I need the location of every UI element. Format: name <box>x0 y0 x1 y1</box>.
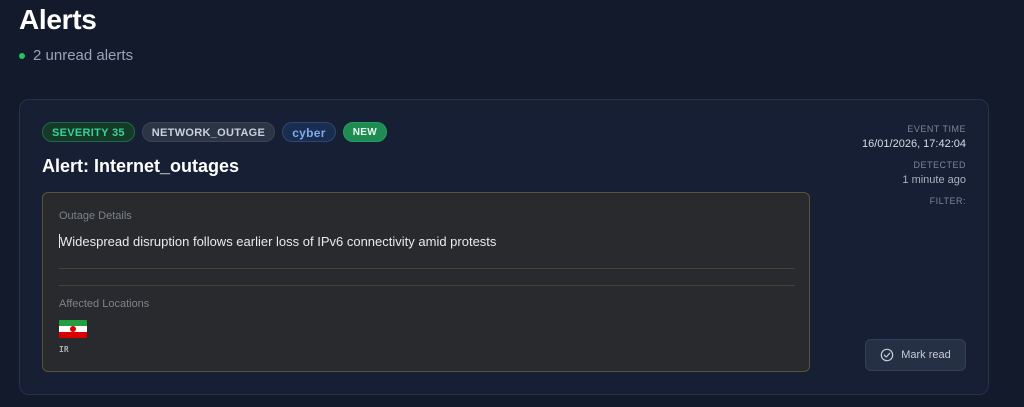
unread-status: 2 unread alerts <box>19 47 133 64</box>
alert-meta: EVENT TIME 16/01/2026, 17:42:04 DETECTED… <box>786 124 966 206</box>
alert-badges: SEVERITY 35 NETWORK_OUTAGE cyber NEW <box>42 122 387 142</box>
severity-badge: SEVERITY 35 <box>42 122 135 142</box>
alert-card[interactable]: SEVERITY 35 NETWORK_OUTAGE cyber NEW Ale… <box>19 99 989 395</box>
outage-details-value: Widespread disruption follows earlier lo… <box>60 234 497 249</box>
locations-divider <box>59 285 795 286</box>
details-divider <box>59 268 795 269</box>
location-country-code: IR <box>59 345 69 354</box>
outage-details-label: Outage Details <box>59 210 132 222</box>
mark-read-button[interactable]: Mark read <box>865 339 966 371</box>
check-circle-icon <box>880 348 894 362</box>
type-badge: NETWORK_OUTAGE <box>141 122 276 142</box>
detected-label: DETECTED <box>913 160 966 170</box>
mark-read-label: Mark read <box>901 349 951 361</box>
filter-label: FILTER: <box>929 196 966 206</box>
alerts-page: Alerts 2 unread alerts SEVERITY 35 NETWO… <box>0 0 1024 407</box>
alert-title: Alert: Internet_outages <box>42 156 240 176</box>
event-time-label: EVENT TIME <box>907 124 966 134</box>
unread-count-text: 2 unread alerts <box>33 47 134 64</box>
outage-details-text[interactable]: Widespread disruption follows earlier lo… <box>59 234 496 249</box>
page-title: Alerts <box>19 4 97 35</box>
event-time-value: 16/01/2026, 17:42:04 <box>862 138 966 150</box>
unread-dot-icon <box>19 52 25 59</box>
iran-flag-icon <box>59 320 87 338</box>
detected-value: 1 minute ago <box>902 174 966 186</box>
category-badge: cyber <box>282 122 336 142</box>
new-badge: NEW <box>342 122 387 142</box>
affected-locations-label: Affected Locations <box>59 298 150 310</box>
outage-details-panel: Outage Details Widespread disruption fol… <box>42 192 810 372</box>
